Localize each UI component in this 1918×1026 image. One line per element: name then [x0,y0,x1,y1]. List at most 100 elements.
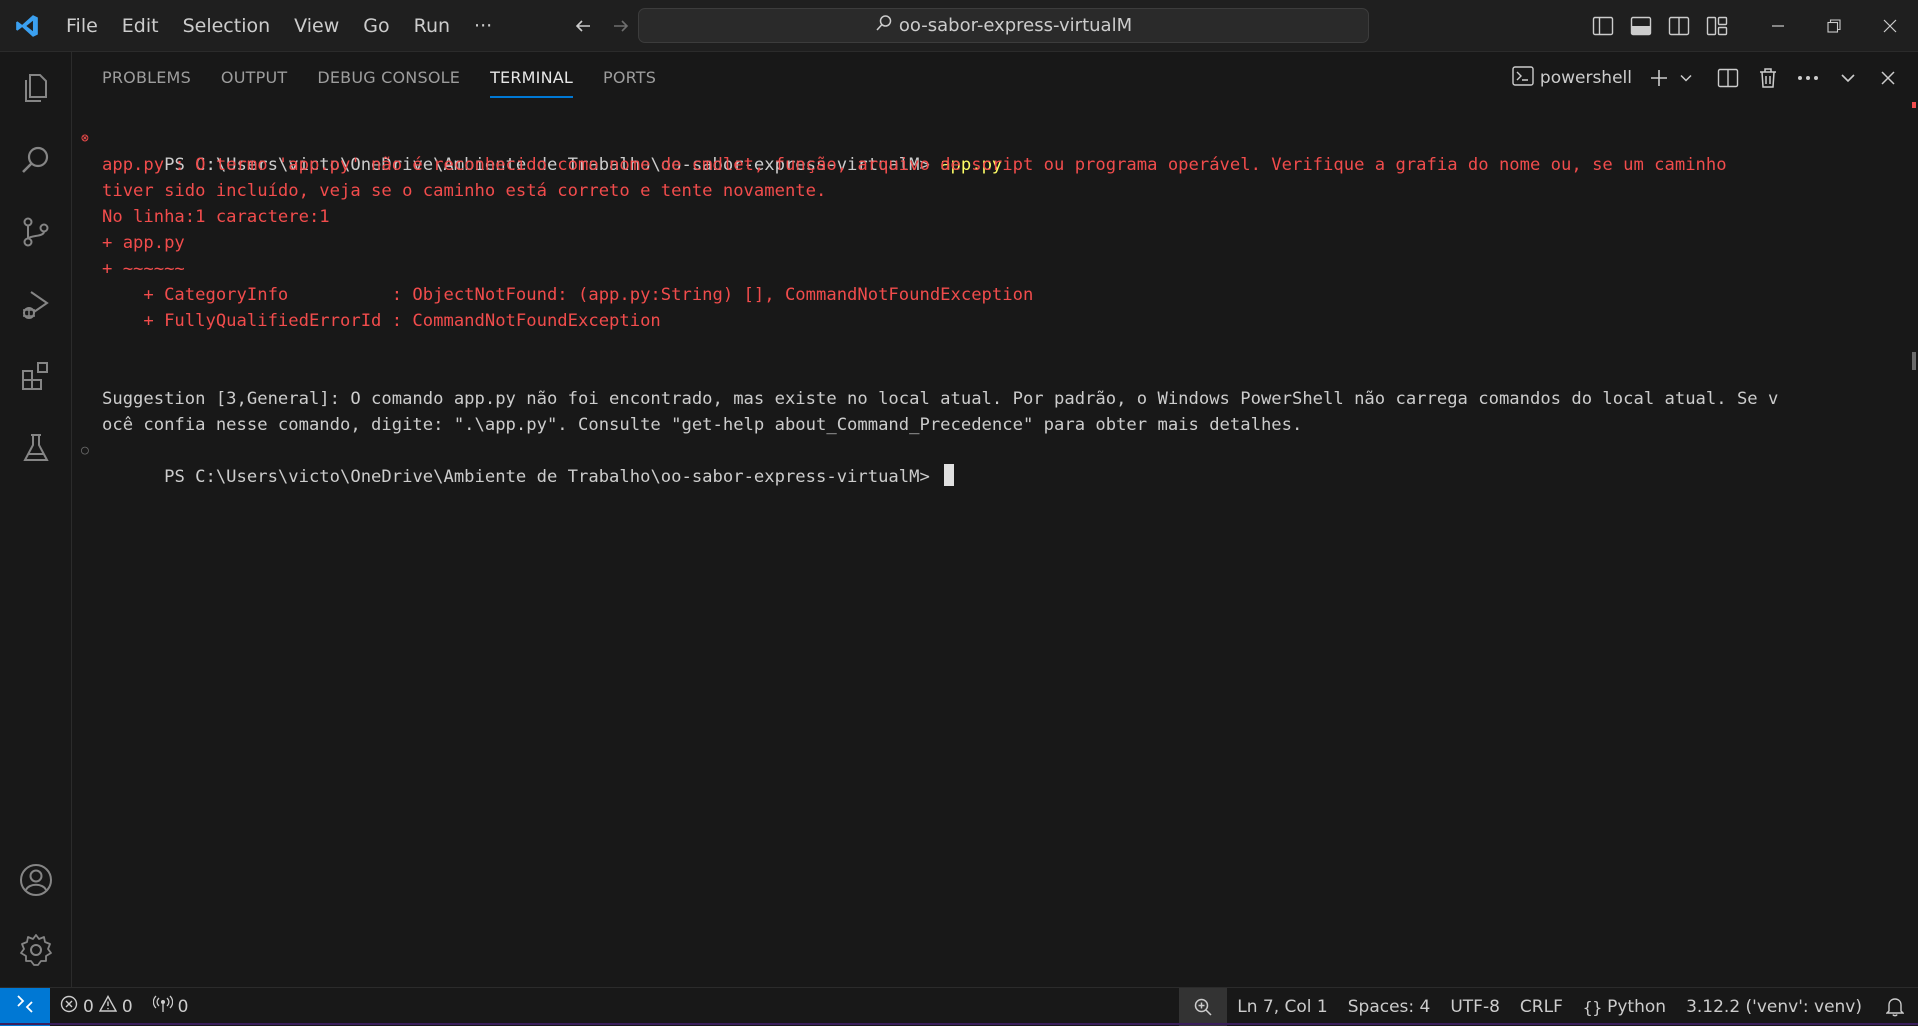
terminal-line: + app.py [72,230,1892,256]
scrollbar-thumb[interactable] [1912,352,1916,370]
search-icon [875,14,893,37]
menu-more[interactable]: ··· [462,8,504,44]
ports-status[interactable]: 0 [143,988,199,1026]
terminal-cursor [944,464,955,486]
tab-output[interactable]: OUTPUT [221,52,287,104]
split-terminal-icon[interactable] [1710,60,1746,96]
tab-ports[interactable]: PORTS [603,52,656,104]
remote-icon [15,994,35,1019]
error-count: 0 [83,996,94,1017]
chevron-down-icon[interactable] [1676,60,1696,96]
error-text: + ~~~~~~ [102,259,185,279]
terminal-shell-selector[interactable]: powershell [1512,65,1632,91]
source-control-icon[interactable] [0,196,72,268]
error-text: + FullyQualifiedErrorId : CommandNotFoun… [102,311,661,331]
warning-icon [98,995,118,1018]
toggle-primary-sidebar-icon[interactable] [1584,7,1622,45]
customize-layout-icon[interactable] [1698,7,1736,45]
trash-icon[interactable] [1750,60,1786,96]
search-label: oo-sabor-express-virtualM [898,15,1133,36]
terminal-line: tiver sido incluído, veja se o caminho e… [72,178,1892,204]
terminal-line: + ~~~~~~ [72,256,1892,282]
notifications-bell-icon[interactable] [1872,988,1918,1026]
scrollbar-error-marker [1912,102,1916,108]
terminal-line: ocê confia nesse comando, digite: ".\app… [72,412,1892,438]
panel-actions: powershell [1512,52,1906,104]
error-text: app.py : O termo 'app.py' não é reconhec… [102,155,1727,175]
warning-count: 0 [121,996,133,1017]
explorer-icon[interactable] [0,52,72,124]
terminal-line: ⊗ PS C:\Users\victo\OneDrive\Ambiente de … [72,126,1892,175]
suggestion-text: ocê confia nesse comando, digite: ".\app… [102,415,1303,435]
suggestion-text: Suggestion [3,General]: O comando app.py… [102,389,1779,409]
terminal-line: Suggestion [3,General]: O comando app.py… [72,386,1892,412]
manage-gear-icon[interactable] [0,914,72,986]
error-text: + CategoryInfo : ObjectNotFound: (app.py… [102,285,1034,305]
menu-file[interactable]: File [54,8,110,44]
prompt-text: PS C:\Users\victo\OneDrive\Ambiente de T… [164,467,941,487]
problems-status[interactable]: 0 0 [50,988,143,1026]
terminal-line: No linha:1 caractere:1 [72,204,1892,230]
run-debug-icon[interactable] [0,268,72,340]
broadcast-icon [152,995,173,1018]
forward-arrow-icon[interactable] [608,13,634,39]
remote-indicator[interactable] [0,987,50,1026]
toggle-panel-icon[interactable] [1622,7,1660,45]
extensions-icon[interactable] [0,340,72,412]
ports-count: 0 [177,996,189,1017]
bottom-panel: PROBLEMS OUTPUT DEBUG CONSOLE TERMINAL P… [72,52,1918,987]
command-center-search[interactable]: oo-sabor-express-virtualM [638,8,1369,43]
terminal-line: ○ PS C:\Users\victo\OneDrive\Ambiente de … [72,438,1892,487]
minimize-icon[interactable] [1750,0,1806,52]
error-text: No linha:1 caractere:1 [102,207,330,227]
error-text: tiver sido incluído, veja se o caminho e… [102,181,827,201]
new-terminal-plus-icon[interactable] [1646,60,1672,96]
menu-edit[interactable]: Edit [110,8,171,44]
terminal-line: + FullyQualifiedErrorId : CommandNotFoun… [72,308,1892,334]
terminal-icon [1512,65,1534,91]
braces-icon: {} [1582,997,1603,1017]
activity-bar [0,52,72,987]
status-right: Ln 7, Col 1 Spaces: 4 UTF-8 CRLF {} Pyth… [1179,988,1918,1026]
idle-decoration-icon[interactable]: ○ [81,438,95,464]
zoom-icon[interactable] [1179,988,1228,1026]
testing-icon[interactable] [0,412,72,484]
title-controls [1584,0,1918,52]
shell-name: powershell [1539,68,1632,88]
tab-terminal[interactable]: TERMINAL [490,52,573,104]
back-arrow-icon[interactable] [570,13,596,39]
cursor-position[interactable]: Ln 7, Col 1 [1227,988,1338,1026]
terminal-line: app.py : O termo 'app.py' não é reconhec… [72,152,1892,178]
terminal-line: + CategoryInfo : ObjectNotFound: (app.py… [72,282,1892,308]
navigation-arrows [570,13,634,39]
menu-go[interactable]: Go [351,8,401,44]
title-bar: File Edit Selection View Go Run ··· oo-s… [0,0,1918,52]
close-panel-icon[interactable] [1870,60,1906,96]
error-icon [60,995,78,1018]
more-actions-icon[interactable] [1790,60,1826,96]
end-of-line[interactable]: CRLF [1510,988,1573,1026]
menu-selection[interactable]: Selection [171,8,283,44]
error-decoration-icon[interactable]: ⊗ [81,126,95,152]
tab-problems[interactable]: PROBLEMS [102,52,191,104]
vscode-logo-icon [0,0,54,52]
search-icon[interactable] [0,124,72,196]
menu-bar: File Edit Selection View Go Run ··· [54,8,504,44]
accounts-icon[interactable] [0,844,72,916]
maximize-panel-chevron-icon[interactable] [1830,60,1866,96]
terminal-output[interactable]: ⊗ PS C:\Users\victo\OneDrive\Ambiente de … [72,126,1892,966]
language-mode[interactable]: {} Python [1573,988,1676,1026]
tab-debug-console[interactable]: DEBUG CONSOLE [317,52,460,104]
python-interpreter[interactable]: 3.12.2 ('venv': venv) [1676,988,1872,1026]
error-text: + app.py [102,233,185,253]
encoding[interactable]: UTF-8 [1440,988,1510,1026]
panel-tabs: PROBLEMS OUTPUT DEBUG CONSOLE TERMINAL P… [72,52,656,104]
toggle-secondary-sidebar-icon[interactable] [1660,7,1698,45]
indentation[interactable]: Spaces: 4 [1338,988,1441,1026]
menu-run[interactable]: Run [402,8,462,44]
close-window-icon[interactable] [1862,0,1918,52]
menu-view[interactable]: View [282,8,351,44]
restore-icon[interactable] [1806,0,1862,52]
